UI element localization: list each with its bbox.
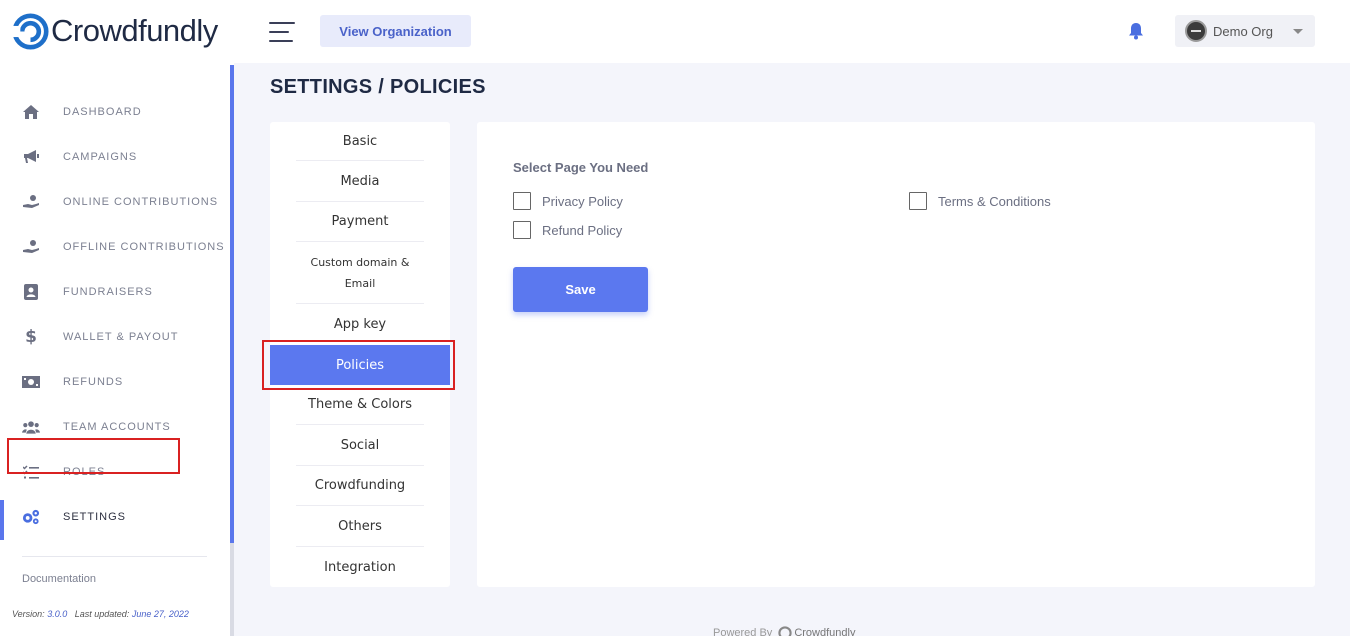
powered-by-footer: Powered By Crowdfundly (713, 626, 855, 636)
tab-social[interactable]: Social (296, 425, 424, 466)
hand-coin-icon (22, 193, 40, 211)
page-title: SETTINGS / POLICIES (270, 76, 486, 98)
menu-toggle-icon[interactable] (269, 22, 295, 42)
dollar-icon: $ (25, 327, 37, 347)
notification-bell-icon[interactable] (1128, 22, 1144, 40)
crowdfundly-logo-icon (778, 626, 792, 636)
section-label: Select Page You Need (513, 160, 649, 175)
gears-icon (22, 508, 40, 526)
privacy-policy-option[interactable]: Privacy Policy (513, 192, 623, 210)
refund-policy-checkbox[interactable] (513, 221, 531, 239)
terms-conditions-option[interactable]: Terms & Conditions (909, 192, 1051, 210)
tab-custom-domain-email[interactable]: Custom domain & Email (296, 242, 424, 304)
org-avatar (1185, 20, 1207, 42)
sidebar-item-campaigns[interactable]: CAMPAIGNS (0, 135, 228, 179)
tab-theme-colors[interactable]: Theme & Colors (296, 385, 424, 425)
sidebar-item-dashboard[interactable]: DASHBOARD (0, 90, 228, 134)
sidebar-item-settings[interactable]: SETTINGS (0, 495, 228, 539)
crowdfundly-logo[interactable]: Crowdfundly (12, 12, 218, 50)
megaphone-icon (22, 148, 40, 166)
sidebar-item-wallet-payout[interactable]: $ WALLET & PAYOUT (0, 315, 228, 359)
documentation-link[interactable]: Documentation (22, 573, 96, 585)
version-info: Version: 3.0.0 Last updated: June 27, 20… (12, 609, 189, 619)
tab-crowdfunding[interactable]: Crowdfunding (296, 466, 424, 506)
logo-text: Crowdfundly (51, 13, 218, 48)
chevron-down-icon (1293, 29, 1303, 34)
refund-policy-option[interactable]: Refund Policy (513, 221, 622, 239)
contact-card-icon (22, 283, 40, 301)
terms-conditions-checkbox[interactable] (909, 192, 927, 210)
sidebar-item-online-contributions[interactable]: ONLINE CONTRIBUTIONS (0, 180, 228, 224)
last-updated-date: June 27, 2022 (131, 609, 189, 619)
tab-app-key[interactable]: App key (296, 304, 424, 345)
tab-others[interactable]: Others (296, 506, 424, 547)
tab-integration[interactable]: Integration (296, 547, 424, 587)
version-number: 3.0.0 (47, 609, 68, 619)
money-bill-icon (22, 373, 40, 391)
home-icon (22, 103, 40, 121)
hand-coin-icon (22, 238, 40, 256)
sidebar-item-refunds[interactable]: REFUNDS (0, 360, 228, 404)
policies-highlight-box (262, 340, 455, 390)
sidebar: DASHBOARD CAMPAIGNS ONLINE CONTRIBUTIONS… (0, 63, 234, 636)
sidebar-scroll-track (230, 543, 234, 636)
tab-media[interactable]: Media (296, 161, 424, 202)
sidebar-item-offline-contributions[interactable]: OFFLINE CONTRIBUTIONS (0, 225, 228, 269)
tab-payment[interactable]: Payment (296, 202, 424, 242)
view-organization-button[interactable]: View Organization (320, 15, 471, 47)
save-button[interactable]: Save (513, 267, 648, 312)
footer-logo: Crowdfundly (778, 626, 855, 636)
top-header: Crowdfundly View Organization Demo Org (0, 0, 1350, 63)
tab-basic[interactable]: Basic (296, 122, 424, 161)
sidebar-item-fundraisers[interactable]: FUNDRAISERS (0, 270, 228, 314)
organization-dropdown[interactable]: Demo Org (1175, 15, 1315, 47)
settings-highlight-box (7, 438, 180, 474)
users-icon (22, 418, 40, 436)
org-name: Demo Org (1213, 23, 1273, 39)
crowdfundly-logo-icon (12, 12, 49, 50)
privacy-policy-checkbox[interactable] (513, 192, 531, 210)
sidebar-divider (22, 556, 207, 557)
policies-panel: Select Page You Need Privacy Policy Term… (477, 122, 1315, 587)
sidebar-scrollbar[interactable] (230, 65, 234, 543)
